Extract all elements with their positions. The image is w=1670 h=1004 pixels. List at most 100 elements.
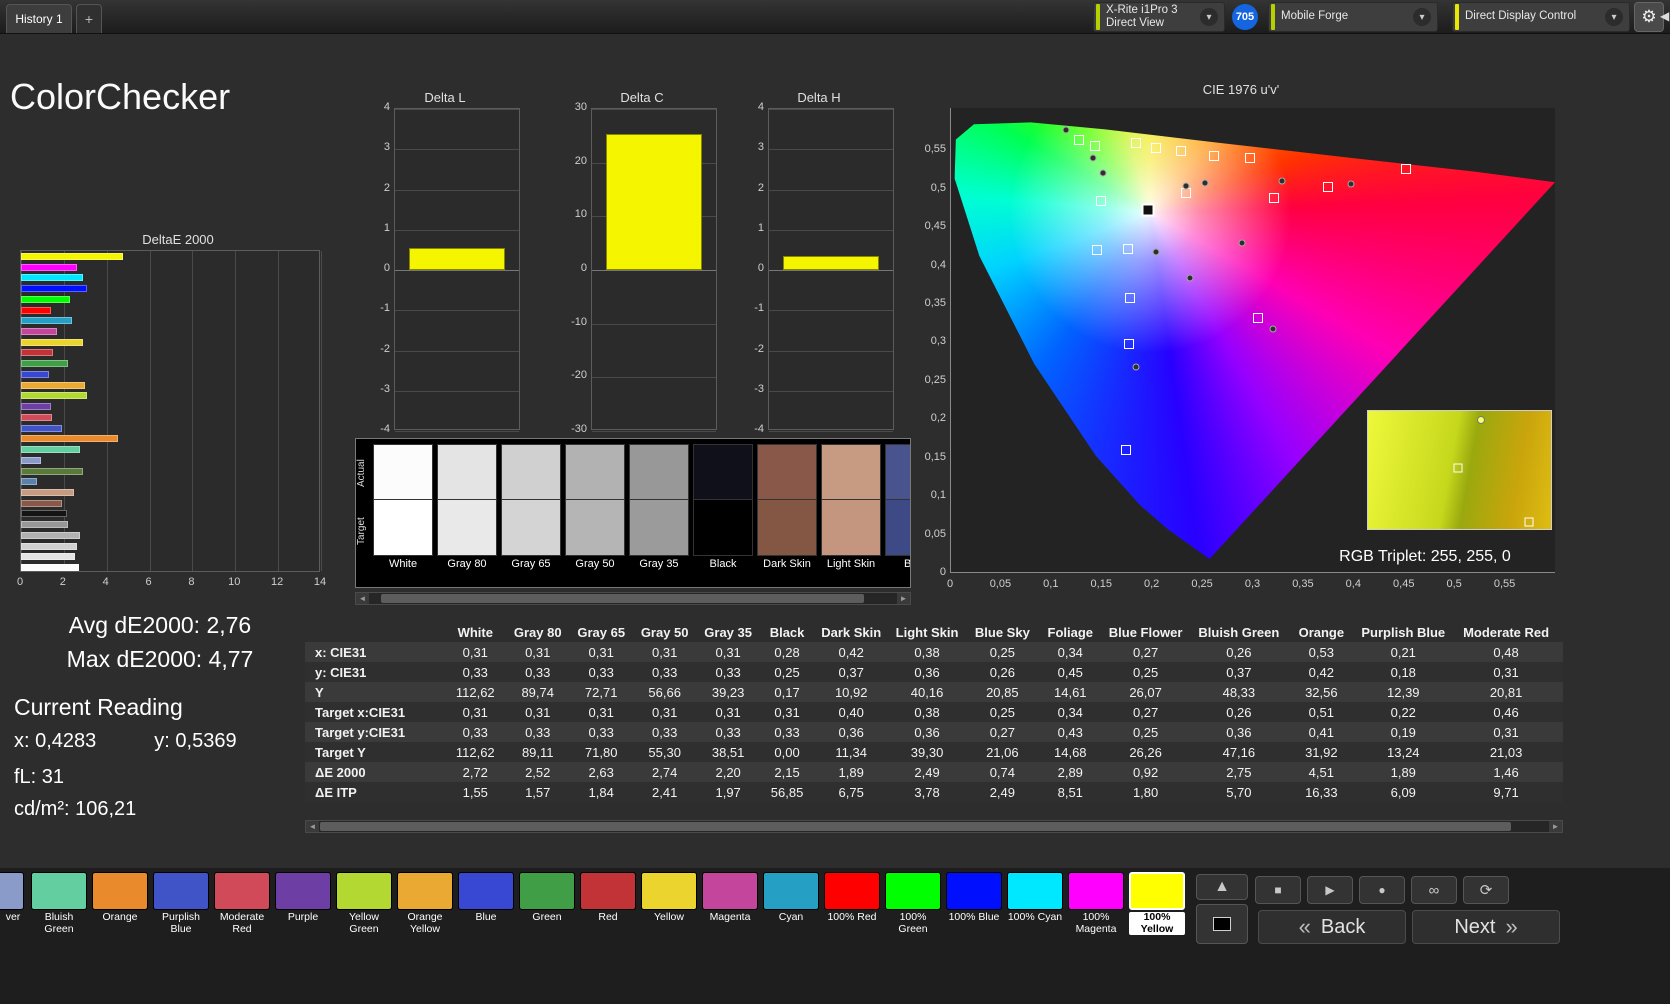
- patch-label: Purplish Blue: [162, 911, 200, 935]
- cie-x-tick-label: 0,45: [1393, 578, 1415, 590]
- y-tick-label: 0: [757, 262, 764, 274]
- deltae-bar-white: [21, 564, 80, 572]
- delta-h-chart-title: Delta H: [797, 90, 841, 105]
- source-dropdown[interactable]: Mobile Forge ▾: [1268, 2, 1438, 32]
- patch-button-100-red[interactable]: 100% Red: [824, 872, 880, 924]
- meter-dropdown[interactable]: X-Rite i1Pro 3 Direct View ▾: [1093, 2, 1225, 32]
- continuous-read-button[interactable]: ∞: [1411, 876, 1457, 904]
- table-cell: 0,31: [715, 704, 741, 720]
- y-tick-label: 20: [574, 154, 587, 167]
- patch-button-red[interactable]: Red: [580, 872, 636, 924]
- gridline: [321, 251, 322, 571]
- y-tick-label: -30: [571, 423, 587, 435]
- table-cell: 0,53: [1308, 644, 1334, 660]
- patch-button-ver[interactable]: ver: [0, 872, 26, 924]
- patch-button-100-green[interactable]: 100% Green: [885, 872, 941, 935]
- y-tick-label: 0: [383, 262, 390, 274]
- swatch-target: [629, 500, 689, 556]
- table-cell: 0,92: [1132, 764, 1159, 780]
- table-cell: 55,30: [648, 744, 681, 760]
- chevron-down-icon[interactable]: ▾: [1200, 8, 1218, 26]
- swatch-actual: [373, 444, 433, 500]
- patch-label: Purple: [287, 911, 319, 923]
- cie-x-tick-label: 0,1: [1043, 578, 1059, 590]
- pattern-window-button[interactable]: [1196, 904, 1248, 944]
- pattern-window-icon: [1213, 917, 1231, 931]
- y-tick-label: 1: [383, 221, 390, 234]
- patch-button-bluish-green[interactable]: Bluish Green: [31, 872, 87, 935]
- patch-button-orange[interactable]: Orange: [92, 872, 148, 924]
- add-tab-button[interactable]: +: [76, 4, 102, 33]
- tab-history-1[interactable]: History 1: [6, 4, 72, 33]
- scroll-left-arrow[interactable]: ◄: [306, 821, 319, 832]
- patch-button-magenta[interactable]: Magenta: [702, 872, 758, 924]
- patch-button-yellow[interactable]: Yellow: [641, 872, 697, 924]
- scroll-right-arrow[interactable]: ►: [897, 593, 910, 604]
- table-cell: 0,17: [774, 684, 800, 700]
- meter-status-indicator: [1096, 4, 1100, 30]
- measurement-marker: [1099, 169, 1107, 177]
- table-cell: 26,07: [1129, 684, 1162, 700]
- back-button[interactable]: « Back: [1258, 910, 1406, 944]
- chevron-down-icon[interactable]: ▾: [1413, 8, 1431, 26]
- page-title: ColorChecker: [10, 76, 231, 117]
- swatch-label: Blue: [903, 558, 911, 570]
- table-cell: 0,41: [1308, 724, 1334, 740]
- table-cell: 0,40: [838, 704, 864, 720]
- swatch-actual: [501, 444, 561, 500]
- patch-button-orange-yellow[interactable]: Orange Yellow: [397, 872, 453, 935]
- swatch-strip-scrollbar[interactable]: ◄ ►: [355, 592, 911, 605]
- patch-button-cyan[interactable]: Cyan: [763, 872, 819, 924]
- patch-button-100-yellow[interactable]: 100% Yellow: [1129, 872, 1185, 936]
- patch-button-yellow-green[interactable]: Yellow Green: [336, 872, 392, 935]
- scroll-thumb[interactable]: [320, 822, 1512, 831]
- target-marker: [1074, 134, 1085, 145]
- patch-button-purplish-blue[interactable]: Purplish Blue: [153, 872, 209, 935]
- x-tick-label: 12: [271, 576, 284, 588]
- x-readout: x: 0,4283: [14, 730, 97, 752]
- gridline: [395, 189, 519, 191]
- patch-button-purple[interactable]: Purple: [275, 872, 331, 924]
- gridline: [769, 310, 893, 312]
- deltae2000-chart-title: DeltaE 2000: [142, 232, 214, 247]
- swatch-label: Dark Skin: [763, 558, 811, 570]
- patch-label: Yellow Green: [349, 911, 379, 935]
- table-cell: 112,62: [455, 684, 495, 700]
- patch-button-blue[interactable]: Blue: [458, 872, 514, 924]
- delta-c-plot-area: [591, 108, 717, 432]
- patch-button-100-cyan[interactable]: 100% Cyan: [1007, 872, 1063, 924]
- measurement-marker: [1347, 180, 1355, 188]
- cie-y-tick-label: 0,05: [924, 527, 946, 540]
- row-label: x: CIE31: [315, 644, 367, 660]
- patch-button-100-magenta[interactable]: 100% Magenta: [1068, 872, 1124, 935]
- patch-swatch: [0, 872, 24, 910]
- scroll-left-arrow[interactable]: ◄: [356, 593, 369, 604]
- next-button[interactable]: Next »: [1412, 910, 1560, 944]
- target-marker: [1124, 338, 1135, 349]
- collapse-panel-button[interactable]: ◀: [1660, 9, 1669, 23]
- expand-patch-list-button[interactable]: ▲: [1196, 874, 1248, 900]
- scroll-right-arrow[interactable]: ►: [1549, 821, 1562, 832]
- patch-label: Cyan: [778, 911, 804, 923]
- column-header-moderate-red: Moderate Red: [1455, 622, 1563, 642]
- patch-button-100-blue[interactable]: 100% Blue: [946, 872, 1002, 924]
- chevron-down-icon[interactable]: ▾: [1605, 8, 1623, 26]
- chevrons-left-icon: «: [1298, 914, 1311, 939]
- patch-swatch: [31, 872, 87, 910]
- gridline: [769, 390, 893, 392]
- patch-button-green[interactable]: Green: [519, 872, 575, 924]
- table-cell: 0,38: [914, 644, 940, 660]
- y-tick-label: 3: [383, 141, 390, 154]
- table-cell: 38,51: [711, 744, 745, 760]
- patch-swatch: [397, 872, 453, 910]
- display-control-dropdown[interactable]: Direct Display Control ▾: [1452, 2, 1630, 32]
- patch-button-moderate-red[interactable]: Moderate Red: [214, 872, 270, 935]
- table-scrollbar[interactable]: ◄ ►: [305, 820, 1563, 833]
- scroll-thumb[interactable]: [380, 594, 865, 603]
- table-cell: 20,85: [986, 684, 1019, 700]
- record-button[interactable]: ●: [1359, 876, 1405, 904]
- avg-de2000-readout: Avg dE2000: 2,76: [68, 612, 252, 638]
- refresh-button[interactable]: ⟳: [1463, 876, 1509, 904]
- stop-button[interactable]: ■: [1255, 876, 1301, 904]
- play-button[interactable]: ▶: [1307, 876, 1353, 904]
